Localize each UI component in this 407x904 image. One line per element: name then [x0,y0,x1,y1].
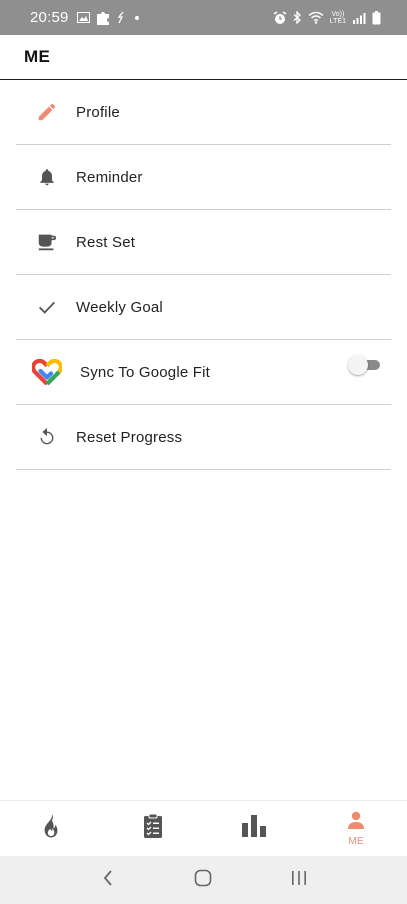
page-title: ME [24,47,51,66]
menu-item-rest-set[interactable]: Rest Set [16,210,391,275]
status-bar: 20:59 Vo)) LTE1 [0,0,407,35]
menu-item-sync-google-fit[interactable]: Sync To Google Fit [16,340,391,405]
screen: 20:59 Vo)) LTE1 ME Profile Reminder Rest… [0,0,407,904]
link-icon [117,11,125,24]
system-navigation-bar [0,856,407,904]
tab-plan[interactable] [102,801,204,856]
signal-icon [352,12,366,24]
flame-icon [40,813,62,844]
menu-item-label: Reminder [76,168,143,186]
battery-icon [372,10,381,25]
menu-item-label: Profile [76,103,120,121]
back-button[interactable] [88,860,128,900]
toggle-thumb [348,355,368,375]
menu-item-label: Weekly Goal [76,298,163,316]
google-fit-sync-toggle[interactable] [348,355,380,375]
coffee-cup-icon [16,231,76,253]
recents-icon [290,870,308,891]
bottom-navigation: ME [0,800,407,856]
clipboard-checklist-icon [143,813,163,844]
notification-icons [76,10,139,25]
status-time: 20:59 [30,9,69,26]
system-icons: Vo)) LTE1 [273,10,381,25]
bar-chart-icon [241,814,267,843]
menu-item-label: Sync To Google Fit [80,363,211,381]
bluetooth-icon [293,11,302,24]
tab-me-label: ME [348,835,364,847]
home-button[interactable] [183,860,223,900]
menu-item-label: Rest Set [76,233,136,251]
more-notifications-dot-icon [134,15,139,20]
menu-item-profile[interactable]: Profile [16,80,391,145]
chevron-left-icon [102,869,114,892]
menu-item-label: Reset Progress [76,428,183,446]
pencil-icon [16,101,76,123]
tab-workout[interactable] [0,801,102,856]
menu-item-reset-progress[interactable]: Reset Progress [16,405,391,470]
app-bar: ME [0,35,407,80]
home-icon [194,869,212,892]
refresh-icon [16,426,76,448]
gallery-icon [76,12,90,23]
menu-item-weekly-goal[interactable]: Weekly Goal [16,275,391,340]
checkmark-icon [16,296,76,318]
google-fit-icon [16,359,76,385]
puzzle-icon [96,10,111,25]
tab-report[interactable] [204,801,306,856]
alarm-icon [273,10,287,25]
bell-icon [16,166,76,188]
settings-list: Profile Reminder Rest Set Weekly Goal Sy… [16,80,391,470]
menu-item-reminder[interactable]: Reminder [16,145,391,210]
volte-indicator: Vo)) LTE1 [329,10,346,25]
tab-me[interactable]: ME [305,801,407,856]
wifi-icon [308,11,324,24]
recents-button[interactable] [279,860,319,900]
person-icon [347,811,365,834]
